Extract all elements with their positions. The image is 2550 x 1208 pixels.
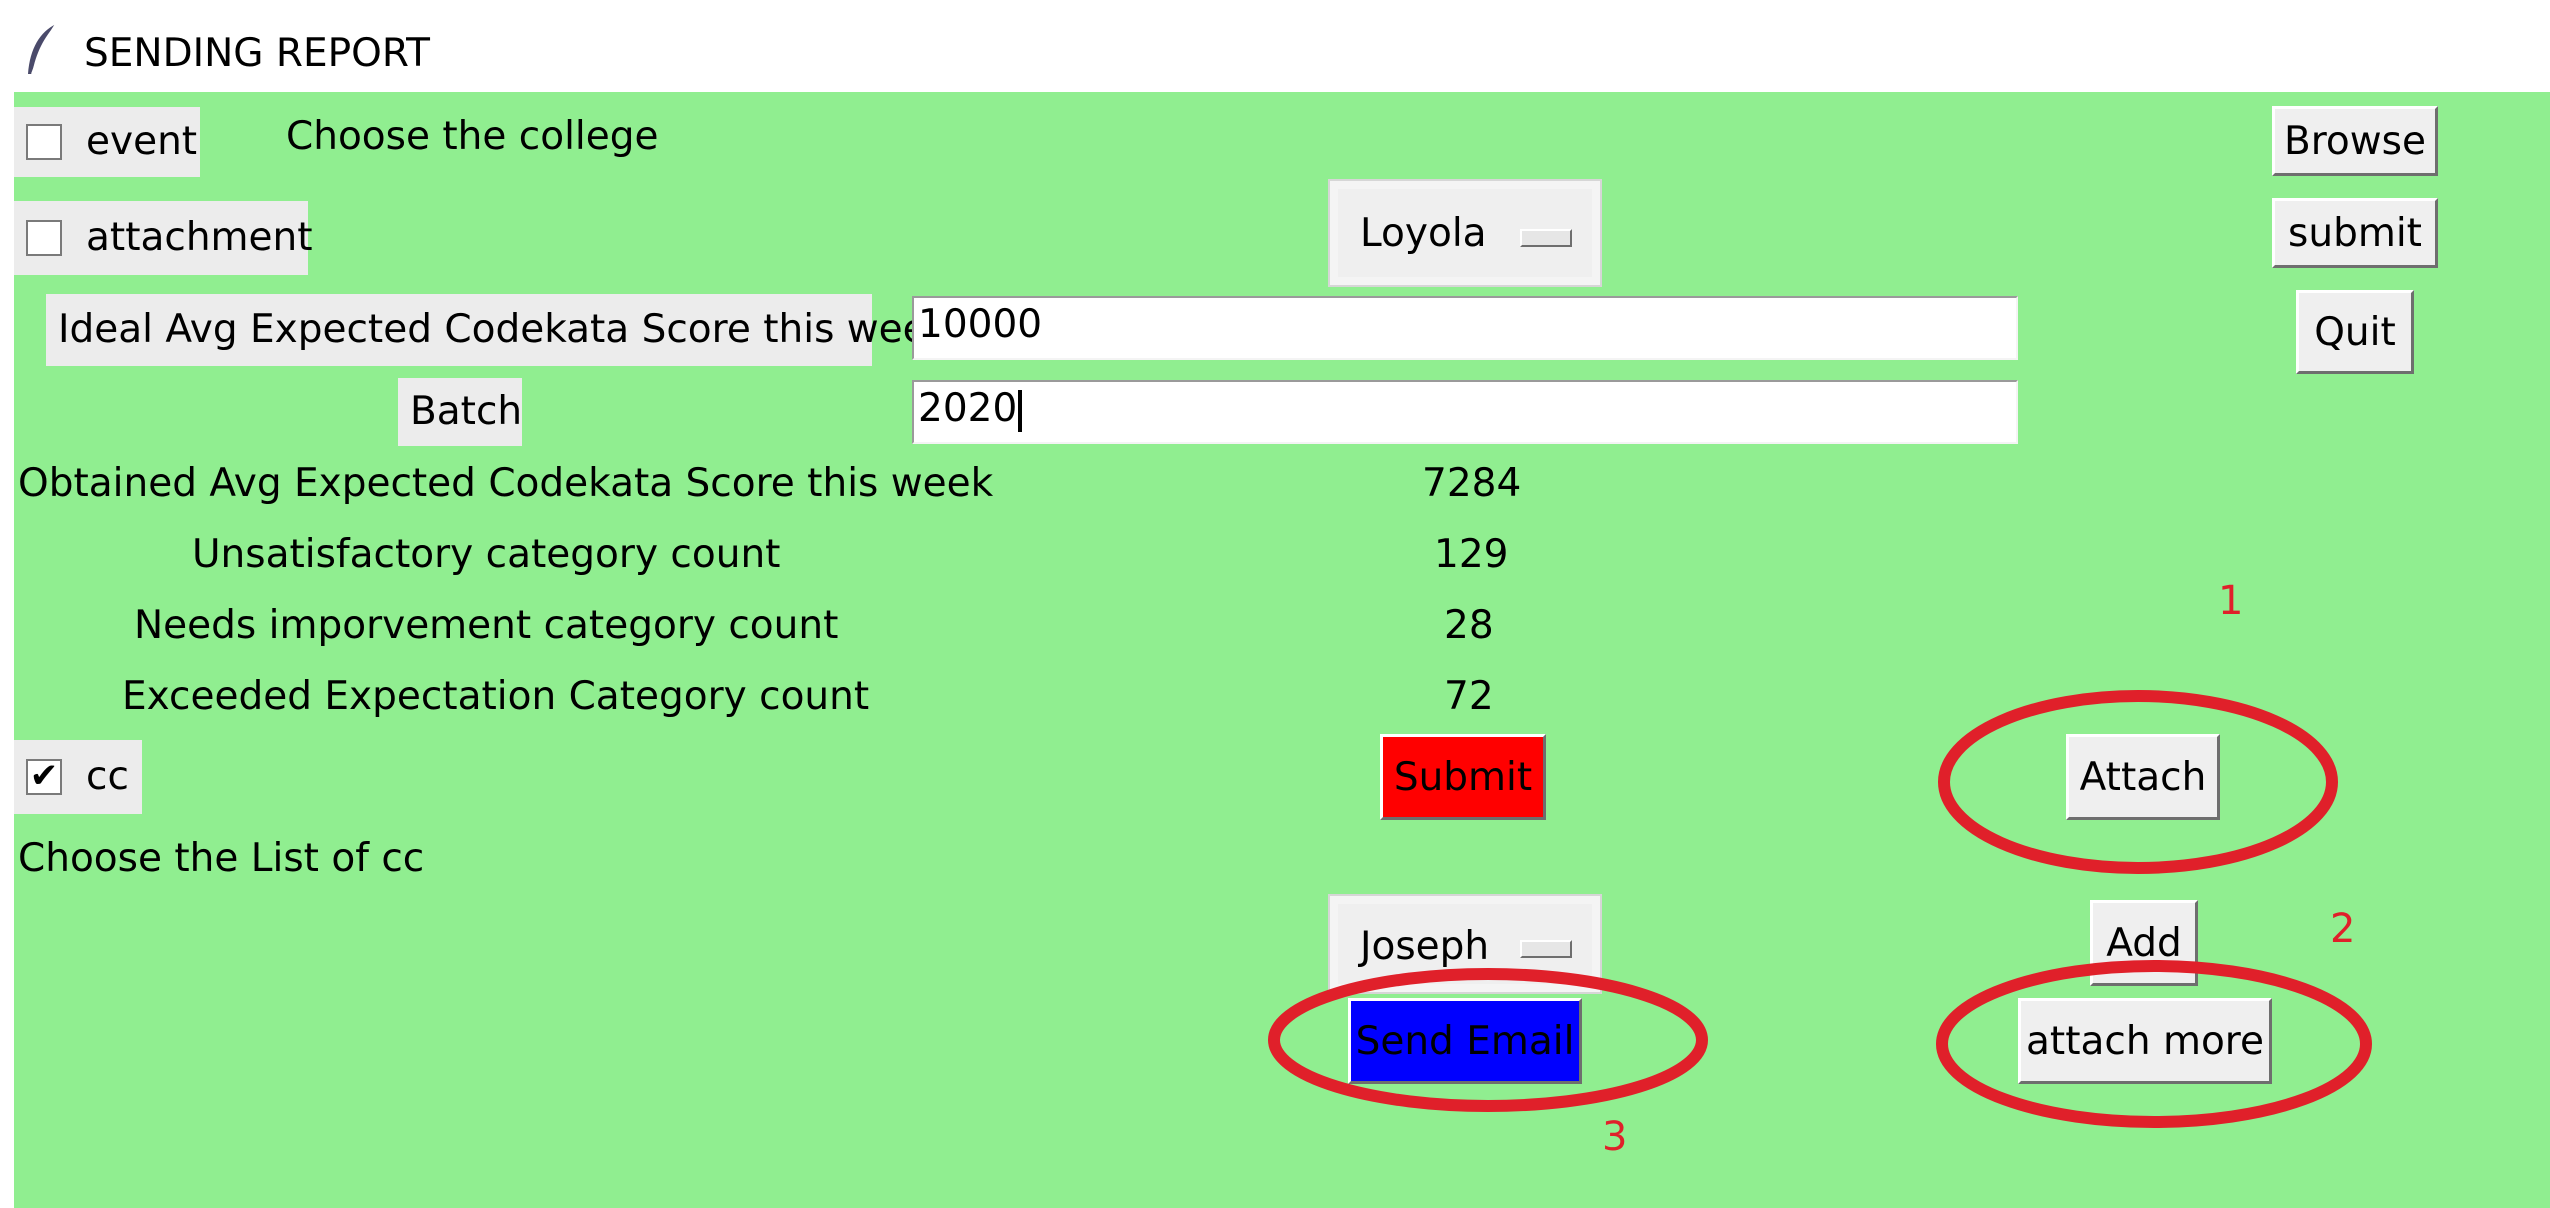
choose-college-label: Choose the college <box>286 114 659 159</box>
ideal-score-label-box: Ideal Avg Expected Codekata Score this w… <box>46 294 949 366</box>
window-title: SENDING REPORT <box>84 31 430 76</box>
cc-dropdown-value: Joseph <box>1360 924 1490 969</box>
add-button[interactable]: Add <box>2090 900 2198 986</box>
submit-top-button[interactable]: submit <box>2272 198 2438 268</box>
cc-checkbox[interactable]: ✔ cc <box>14 740 142 814</box>
send-email-button[interactable]: Send Email <box>1348 998 1582 1084</box>
batch-input-value: 2020 <box>918 386 1018 431</box>
quit-button[interactable]: Quit <box>2296 290 2414 374</box>
choose-cc-label: Choose the List of cc <box>18 836 425 881</box>
dropdown-indicator-icon <box>1520 940 1572 958</box>
unsatisfactory-count-value: 129 <box>1434 532 1509 577</box>
event-checkbox[interactable]: event <box>14 107 200 177</box>
attachment-checkbox-box[interactable] <box>26 220 62 256</box>
needs-improvement-count-value: 28 <box>1444 603 1494 648</box>
annotation-number-2: 2 <box>2330 906 2356 952</box>
title-bar: SENDING REPORT <box>0 0 2550 92</box>
text-caret <box>1018 389 1023 432</box>
needs-improvement-count-label: Needs imporvement category count <box>134 603 839 648</box>
unsatisfactory-count-label: Unsatisfactory category count <box>192 532 781 577</box>
attachment-checkbox[interactable]: attachment <box>14 201 313 275</box>
exceeded-expectation-count-label: Exceeded Expectation Category count <box>122 674 870 719</box>
obtained-score-label: Obtained Avg Expected Codekata Score thi… <box>18 461 994 506</box>
cc-checkbox-label: cc <box>86 754 129 799</box>
submit-red-button[interactable]: Submit <box>1380 734 1546 820</box>
annotation-number-3: 3 <box>1602 1114 1628 1160</box>
feather-icon <box>28 23 57 75</box>
college-dropdown-value: Loyola <box>1360 211 1487 256</box>
obtained-score-value: 7284 <box>1422 461 1522 506</box>
batch-input[interactable]: 2020 <box>912 380 2018 444</box>
college-dropdown[interactable]: Loyola <box>1328 179 1602 287</box>
attachment-checkbox-label: attachment <box>86 215 313 260</box>
cc-dropdown[interactable]: Joseph <box>1328 894 1602 994</box>
event-checkbox-label: event <box>86 119 198 164</box>
exceeded-expectation-count-value: 72 <box>1444 674 1494 719</box>
batch-label-box: Batch <box>398 378 522 446</box>
cc-checkbox-box[interactable]: ✔ <box>26 759 62 795</box>
ideal-score-input[interactable]: 10000 <box>912 296 2018 360</box>
attach-button[interactable]: Attach <box>2066 734 2220 820</box>
event-checkbox-box[interactable] <box>26 124 62 160</box>
annotation-number-1: 1 <box>2218 578 2244 624</box>
attach-more-button[interactable]: attach more <box>2018 998 2272 1084</box>
dropdown-indicator-icon <box>1520 229 1572 247</box>
browse-button[interactable]: Browse <box>2272 106 2438 176</box>
ideal-score-label: Ideal Avg Expected Codekata Score this w… <box>58 307 950 352</box>
batch-label: Batch <box>410 389 523 434</box>
